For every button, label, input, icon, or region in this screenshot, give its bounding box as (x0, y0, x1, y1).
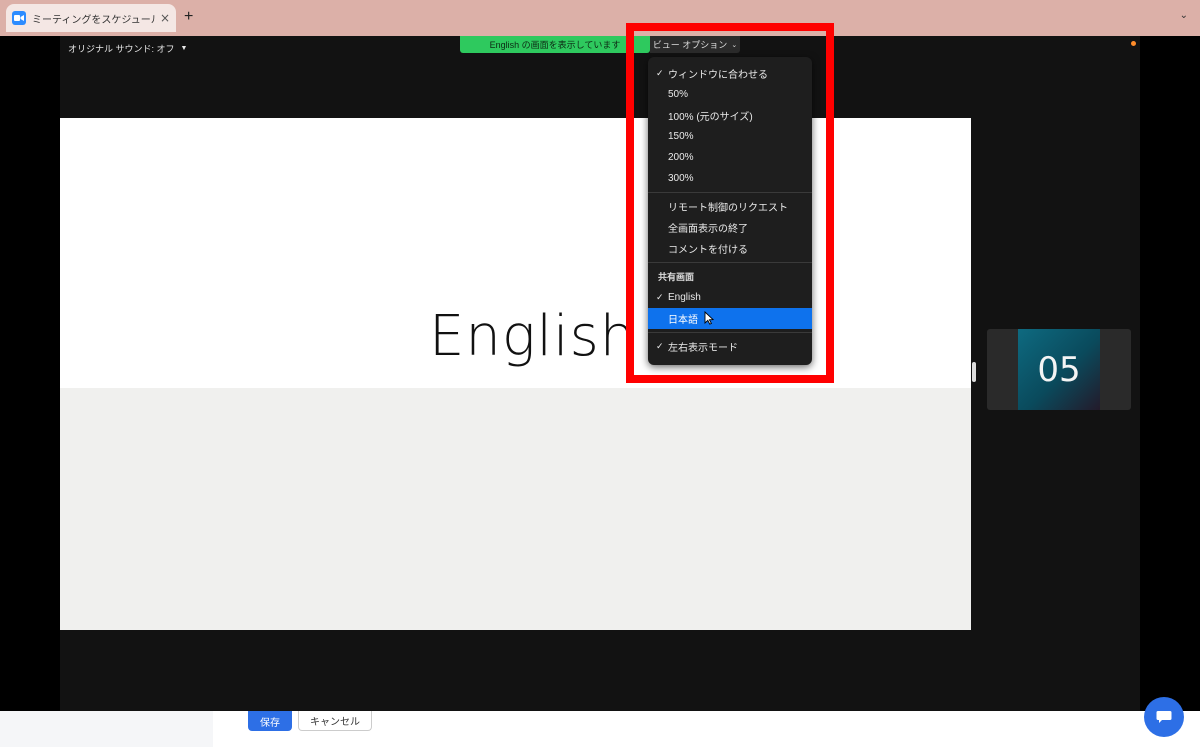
original-sound-toggle[interactable]: オリジナル サウンド: オフ ▼ (68, 42, 187, 55)
slide-title: English (429, 304, 637, 369)
page-sidebar (0, 711, 213, 747)
tab-close-icon[interactable]: × (160, 11, 170, 25)
tab-search-chevron-icon[interactable]: ⌄ (1180, 10, 1188, 21)
browser-tab-strip: ミーティングをスケジュールする × + ⌄ (0, 0, 1200, 36)
participant-video: 05 (1018, 329, 1100, 410)
original-sound-label: オリジナル サウンド: オフ (68, 44, 175, 54)
recording-indicator-icon (1131, 41, 1136, 46)
participant-thumbnail[interactable]: 05 (987, 329, 1131, 410)
zoom-favicon-icon (12, 11, 26, 25)
chat-bubble-icon (1156, 711, 1172, 723)
highlight-box (626, 23, 834, 383)
right-gutter (1140, 36, 1200, 711)
page-bottom-bar: 保存 キャンセル (0, 697, 1200, 747)
shared-slide-lower (60, 388, 971, 630)
new-tab-button[interactable]: + (184, 8, 193, 26)
screen-share-window: オリジナル サウンド: オフ ▼ English の画面を表示しています ビュー… (60, 36, 1140, 711)
browser-tab[interactable]: ミーティングをスケジュールする × (6, 4, 176, 32)
left-gutter (0, 36, 60, 711)
save-button[interactable]: 保存 (248, 711, 292, 731)
caret-down-icon: ▼ (180, 45, 188, 52)
cancel-button[interactable]: キャンセル (298, 711, 372, 731)
chat-button[interactable] (1144, 697, 1184, 737)
sharing-banner: English の画面を表示しています (460, 36, 650, 53)
resize-handle[interactable] (972, 362, 976, 382)
tab-title: ミーティングをスケジュールする (32, 14, 156, 26)
participant-label: 05 (1037, 349, 1081, 390)
